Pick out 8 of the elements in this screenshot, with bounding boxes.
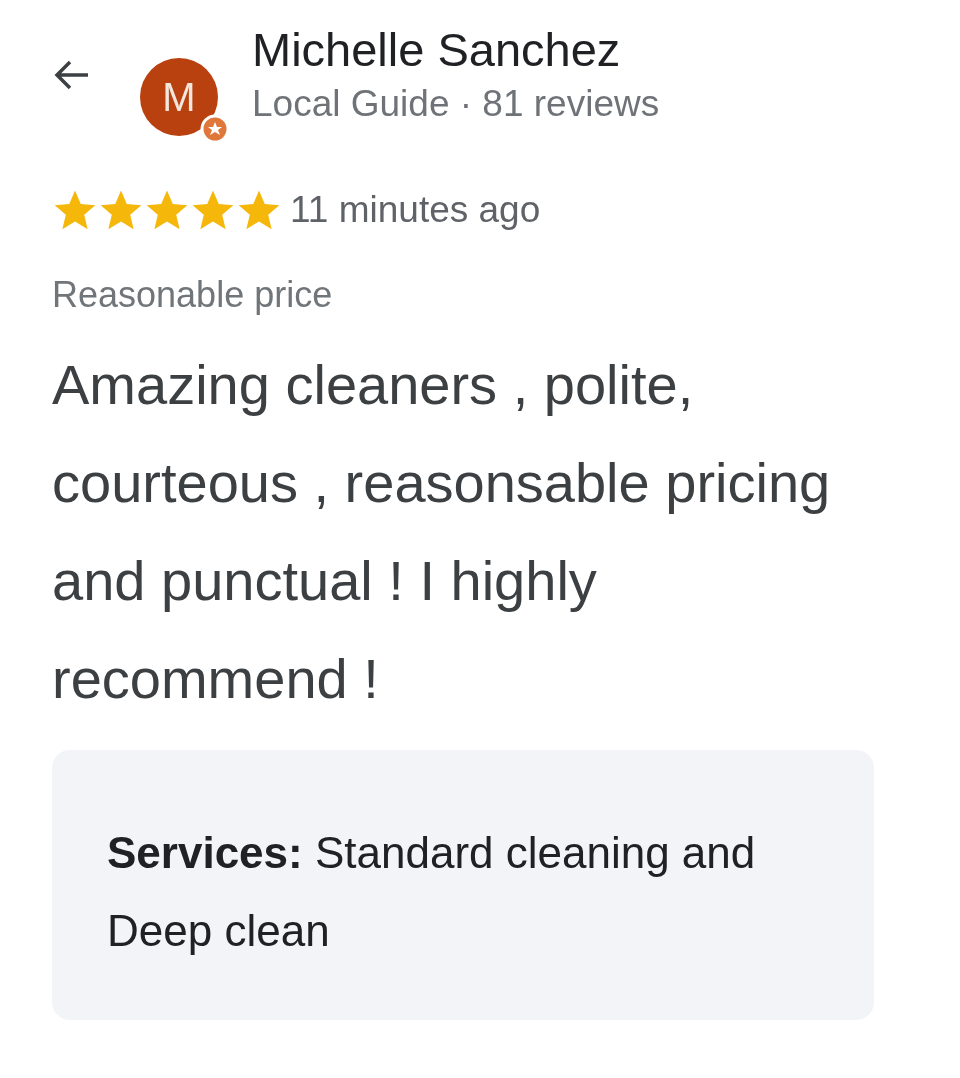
reviewer-name[interactable]: Michelle Sanchez bbox=[252, 22, 660, 79]
review-tag: Reasonable price bbox=[52, 267, 920, 322]
review-time: 11 minutes ago bbox=[290, 188, 541, 232]
avatar: M bbox=[140, 58, 218, 136]
reviewer-subtitle: Local Guide · 81 reviews bbox=[252, 82, 660, 127]
services-text: Services: Standard cleaning and Deep clean bbox=[107, 826, 757, 957]
review-text: Amazing cleaners , polite, courteous , reasonsable pricing and punctual ! I highly recommend ! bbox=[52, 351, 832, 712]
star-badge-icon bbox=[200, 114, 230, 144]
